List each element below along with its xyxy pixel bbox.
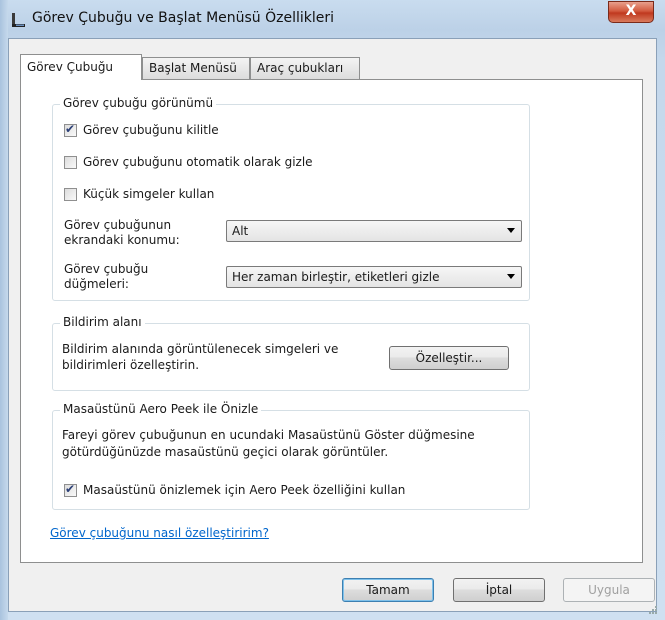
- small-icons-label: Küçük simgeler kullan: [83, 187, 215, 201]
- taskbar-location-value: Alt: [232, 224, 249, 238]
- dialog-window: Görev Çubuğu ve Başlat Menüsü Özellikler…: [0, 0, 665, 620]
- small-icons-checkbox[interactable]: [64, 188, 77, 201]
- taskbar-location-select[interactable]: Alt: [226, 220, 522, 242]
- resize-grip-icon[interactable]: [648, 605, 658, 615]
- close-icon: X: [625, 3, 637, 19]
- auto-hide-checkbox[interactable]: [64, 156, 77, 169]
- lock-taskbar-label: Görev çubuğunu kilitle: [83, 123, 219, 137]
- buttons-label-line1: Görev çubuğu: [64, 262, 149, 276]
- apply-button[interactable]: Uygula: [563, 578, 655, 602]
- location-label-line2: ekrandaki konumu:: [64, 233, 180, 247]
- tab-taskbar-label: Görev Çubuğu: [27, 60, 114, 74]
- cancel-button-label: İptal: [485, 583, 513, 597]
- group-notification-legend: Bildirim alanı: [60, 315, 145, 329]
- taskbar-properties-icon: [12, 13, 25, 27]
- tab-toolbars[interactable]: Araç çubukları: [250, 57, 360, 79]
- aero-peek-text-line1: Fareyi görev çubuğunun en ucundaki Masaü…: [62, 428, 475, 442]
- taskbar-buttons-value: Her zaman birleştir, etiketleri gizle: [232, 270, 440, 284]
- close-button[interactable]: X: [608, 1, 654, 23]
- use-aero-peek-checkbox[interactable]: [64, 482, 77, 497]
- group-appearance-legend: Görev çubuğu görünümü: [60, 96, 217, 110]
- tab-start-menu[interactable]: Başlat Menüsü: [142, 57, 250, 79]
- lock-taskbar-checkbox[interactable]: [64, 122, 77, 137]
- customize-button[interactable]: Özelleştir...: [389, 346, 509, 370]
- tab-taskbar[interactable]: Görev Çubuğu: [20, 54, 142, 80]
- location-label-line1: Görev çubuğunun: [64, 218, 172, 232]
- auto-hide-label: Görev çubuğunu otomatik olarak gizle: [83, 155, 313, 169]
- customize-button-label: Özelleştir...: [415, 351, 483, 365]
- taskbar-buttons-select[interactable]: Her zaman birleştir, etiketleri gizle: [226, 266, 522, 288]
- notification-text-line1: Bildirim alanında görüntülenecek simgele…: [62, 342, 339, 356]
- ok-button-label: Tamam: [366, 583, 410, 597]
- tab-start-menu-label: Başlat Menüsü: [149, 61, 237, 75]
- aero-peek-text-line2: götürdüğünüzde masaüstünü geçici olarak …: [62, 445, 389, 459]
- use-aero-peek-label: Masaüstünü önizlemek için Aero Peek özel…: [83, 483, 406, 497]
- tab-toolbars-label: Araç çubukları: [257, 61, 344, 75]
- apply-button-label: Uygula: [588, 583, 630, 597]
- help-link[interactable]: Görev çubuğunu nasıl özelleştiririm?: [50, 526, 269, 540]
- cancel-button[interactable]: İptal: [453, 578, 545, 602]
- dropdown-arrow-icon: [507, 228, 515, 233]
- notification-text-line2: bildirimleri özelleştirin.: [62, 358, 200, 372]
- ok-button[interactable]: Tamam: [342, 578, 434, 602]
- window-title: Görev Çubuğu ve Başlat Menüsü Özellikler…: [32, 10, 335, 26]
- window-left-border: [0, 0, 8, 620]
- buttons-label-line2: düğmeleri:: [64, 277, 129, 291]
- group-aero-peek-legend: Masaüstünü Aero Peek ile Önizle: [60, 402, 262, 416]
- dropdown-arrow-icon: [507, 274, 515, 279]
